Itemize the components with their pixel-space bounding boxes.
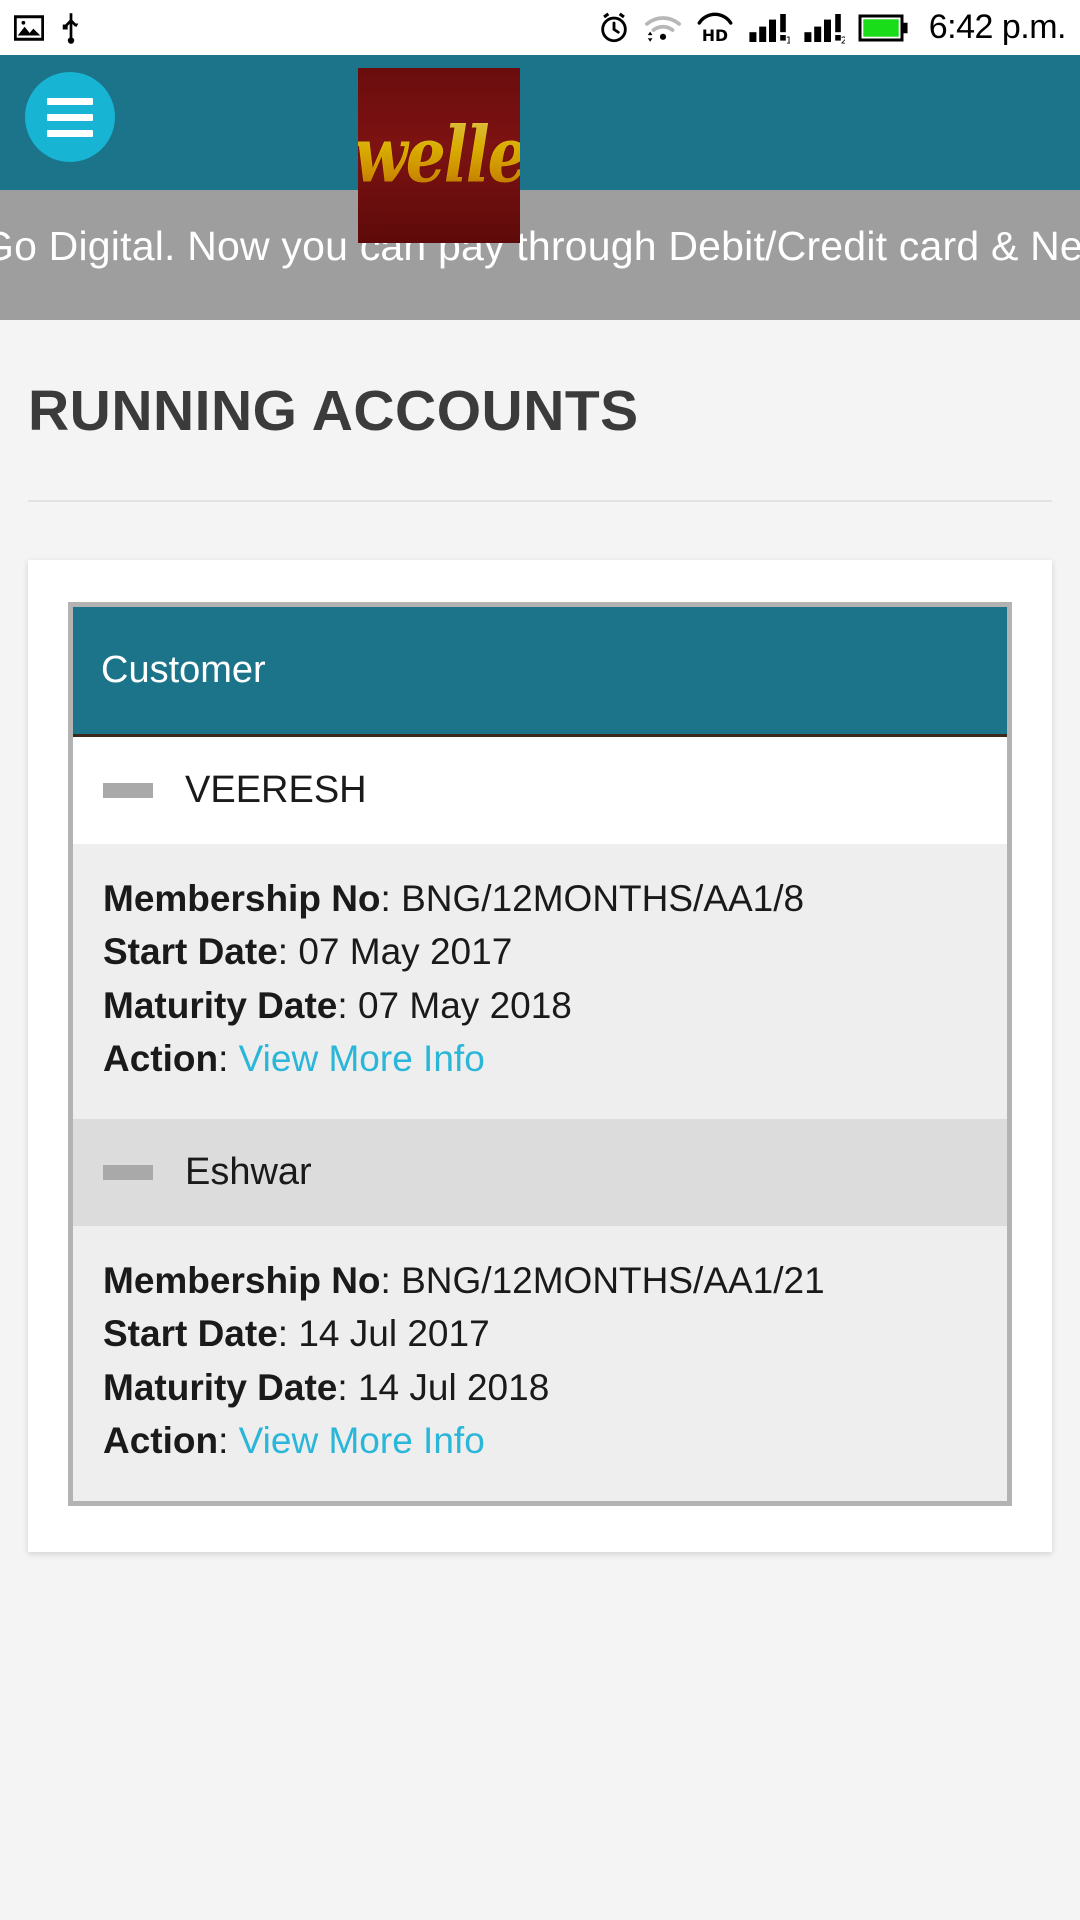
membership-line: Membership No: BNG/12MONTHS/AA1/21 [103, 1254, 1007, 1307]
start-date-line: Start Date: 07 May 2017 [103, 925, 1007, 978]
wifi-icon [644, 15, 681, 42]
view-more-info-link[interactable]: View More Info [239, 1420, 485, 1461]
label-separator: : [277, 1313, 289, 1355]
android-status-bar: HD 1 2 6:42 p.m. [0, 0, 1080, 55]
title-divider [28, 500, 1052, 502]
brand-logo-text: Jewellers [358, 116, 520, 194]
status-bar-left-icons [14, 12, 82, 44]
hd-icon: HD [697, 12, 733, 44]
customer-name: Eshwar [185, 1151, 312, 1194]
membership-line: Membership No: BNG/12MONTHS/AA1/8 [103, 872, 1007, 925]
label-separator: : [277, 931, 289, 973]
brand-logo[interactable]: Jewellers [358, 68, 520, 243]
action-label: Action [103, 1419, 219, 1461]
membership-label: Membership No [103, 1260, 381, 1302]
account-details: Membership No: BNG/12MONTHS/AA1/8 Start … [73, 844, 1007, 1120]
status-bar-right-icons: HD 1 2 6:42 p.m. [597, 8, 1067, 47]
label-separator: : [218, 1037, 229, 1079]
maturity-date-value: 14 Jul 2018 [357, 1366, 550, 1408]
start-date-line: Start Date: 14 Jul 2017 [103, 1307, 1007, 1360]
label-separator: : [337, 1366, 348, 1408]
maturity-date-line: Maturity Date: 14 Jul 2018 [103, 1361, 1007, 1414]
membership-value: BNG/12MONTHS/AA1/8 [401, 878, 805, 919]
hamburger-bar [47, 113, 93, 121]
maturity-date-label: Maturity Date [103, 1366, 338, 1408]
svg-text:HD: HD [702, 25, 728, 43]
hamburger-bar [47, 129, 93, 137]
start-date-value: 07 May 2017 [298, 931, 513, 973]
app-header: Jewellers [0, 55, 1080, 243]
accounts-table: Customer VEERESH Membership No: BNG/12MO… [68, 602, 1012, 1507]
label-separator: : [380, 1260, 391, 1302]
svg-text:1: 1 [786, 35, 790, 45]
account-details: Membership No: BNG/12MONTHS/AA1/21 Start… [73, 1226, 1007, 1502]
start-date-label: Start Date [103, 1313, 278, 1355]
promo-marquee-banner: Go Digital. Now you can pay through Debi… [0, 190, 1080, 320]
start-date-value: 14 Jul 2017 [298, 1313, 490, 1355]
action-line: Action: View More Info [103, 1032, 1007, 1085]
collapse-dash-icon [103, 1165, 153, 1181]
usb-icon [62, 12, 79, 44]
clock-time: 6:42 p.m. [928, 8, 1067, 46]
maturity-date-line: Maturity Date: 07 May 2018 [103, 979, 1007, 1032]
svg-text:2: 2 [841, 35, 845, 45]
action-label: Action [103, 1037, 219, 1079]
page-title: RUNNING ACCOUNTS [28, 379, 639, 443]
alarm-icon [601, 12, 627, 42]
signal-2-icon: 2 [804, 13, 845, 45]
table-header-customer: Customer [73, 607, 1007, 737]
battery-icon [858, 14, 908, 41]
membership-label: Membership No [103, 878, 381, 919]
table-row[interactable]: Eshwar [73, 1119, 1007, 1227]
table-row[interactable]: VEERESH [73, 737, 1007, 844]
collapse-dash-icon [103, 783, 153, 798]
maturity-date-label: Maturity Date [103, 984, 338, 1026]
label-separator: : [380, 878, 391, 919]
signal-1-icon: 1 [749, 13, 790, 45]
label-separator: : [337, 984, 348, 1026]
start-date-label: Start Date [103, 931, 278, 973]
hamburger-bar [47, 97, 93, 105]
image-icon [14, 14, 44, 41]
view-more-info-link[interactable]: View More Info [239, 1038, 485, 1079]
maturity-date-value: 07 May 2018 [357, 984, 572, 1026]
customer-name: VEERESH [185, 769, 367, 811]
accounts-card: Customer VEERESH Membership No: BNG/12MO… [28, 560, 1052, 1553]
promo-marquee-text: Go Digital. Now you can pay through Debi… [0, 223, 1080, 269]
action-line: Action: View More Info [103, 1414, 1007, 1467]
membership-value: BNG/12MONTHS/AA1/21 [401, 1260, 825, 1302]
hamburger-menu-icon[interactable] [25, 72, 115, 162]
label-separator: : [218, 1419, 229, 1461]
page-content: RUNNING ACCOUNTS Customer VEERESH Member… [0, 320, 1080, 1920]
